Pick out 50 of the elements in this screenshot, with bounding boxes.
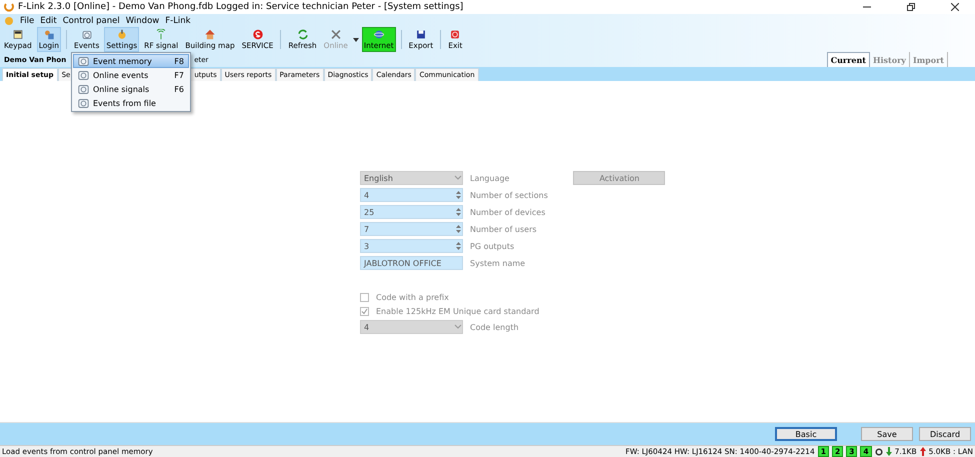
window-title: F-Link 2.3.0 [Online] - Demo Van Phong.fdb Logged in: Service technician Peter - [System settings] [18, 2, 464, 12]
keypad-icon [10, 29, 25, 40]
clock-icon [80, 29, 94, 40]
field-label: System name [470, 258, 526, 268]
clock-icon [78, 98, 89, 108]
caret-icon[interactable] [352, 38, 359, 42]
field-label: Number of sections [470, 190, 548, 200]
s-coin-icon [250, 29, 265, 40]
field-label: Language [470, 174, 510, 182]
spin-field[interactable]: 7 [360, 222, 463, 236]
checkbox[interactable] [360, 307, 369, 316]
input-field[interactable]: JABLOTRON OFFICE [360, 256, 463, 270]
clock-icon [78, 56, 89, 66]
spinner-arrows-icon[interactable] [455, 224, 462, 234]
clock-icon [78, 84, 89, 94]
globe-icon [372, 29, 386, 40]
dialog-button[interactable]: Basic [775, 427, 837, 441]
menu-item[interactable]: Online events F7 [73, 68, 189, 82]
view-tab[interactable]: Current [826, 52, 870, 67]
menu-item[interactable]: Control panel [62, 16, 120, 26]
spinner-arrows-icon[interactable] [455, 190, 462, 200]
house-icon [202, 29, 217, 40]
menu-item[interactable]: Events from file [73, 96, 189, 110]
dialog-button[interactable]: Discard [919, 427, 971, 441]
menu-item[interactable]: File [20, 16, 34, 26]
dropdown[interactable]: 4 [360, 320, 463, 334]
spin-field[interactable]: 3 [360, 239, 463, 253]
menu-item[interactable]: Edit [40, 16, 57, 26]
spinner-arrows-icon[interactable] [455, 207, 462, 217]
field-label: Number of devices [470, 208, 546, 216]
chevron-down-icon[interactable] [454, 324, 462, 330]
spinner-arrows-icon[interactable] [455, 241, 462, 251]
menu-item[interactable]: Event memory F8 [73, 54, 189, 68]
menu-item[interactable]: Window [126, 16, 160, 26]
clock-icon [78, 70, 89, 80]
spin-field[interactable]: 25 [360, 205, 463, 219]
field-label: Number of users [470, 224, 537, 234]
down-arrow-icon [886, 447, 892, 456]
checkbox-label: Enable 125kHz EM Unique card standard [376, 307, 540, 316]
field-label: PG outputs [470, 242, 514, 250]
close-icon[interactable] [951, 3, 959, 11]
field-label: Code length [470, 322, 519, 332]
dialog-button[interactable]: Save [861, 427, 913, 441]
menu-item[interactable]: F-Link [165, 16, 191, 26]
checkbox-label: Code with a prefix [376, 293, 449, 302]
up-arrow-icon [920, 447, 926, 456]
restore-icon[interactable] [907, 3, 915, 11]
menu-item[interactable]: Online signals F6 [73, 82, 189, 96]
spin-field[interactable]: 4 [360, 188, 463, 202]
checkbox[interactable] [360, 293, 369, 302]
